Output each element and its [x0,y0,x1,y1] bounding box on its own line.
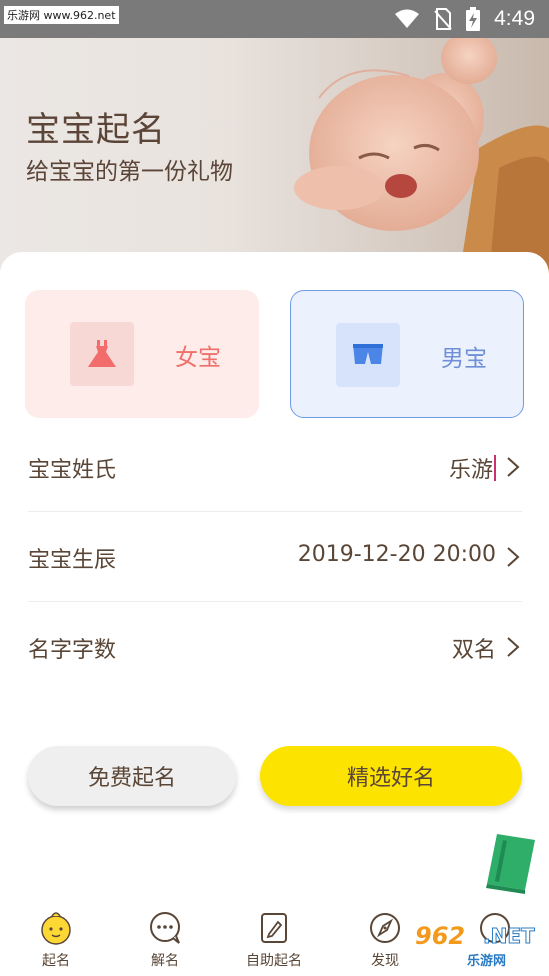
battery-charging-icon [466,7,481,31]
girl-option[interactable]: 女宝 [25,290,259,418]
banner: 宝宝起名 给宝宝的第一份礼物 [0,38,549,278]
nav-label: 起名 [42,953,70,969]
no-sim-icon [434,8,452,30]
birth-row[interactable]: 宝宝生辰 2019-12-20 20:00 [28,512,522,602]
wifi-icon [395,9,420,28]
watermark-net: .NET [483,924,536,949]
birth-label: 宝宝生辰 [28,548,117,573]
girl-label: 女宝 [175,345,221,371]
chevron-right-icon [507,637,520,657]
name-length-row[interactable]: 名字字数 双名 [28,602,522,692]
watermark-cn: 乐游网 [467,954,507,969]
shorts-icon [336,323,400,387]
chevron-right-icon [507,457,520,477]
surname-label: 宝宝姓氏 [28,458,117,483]
premium-naming-button[interactable]: 精选好名 [260,746,522,806]
surname-value[interactable]: 乐游 [449,452,496,484]
birth-value: 2019-12-20 20:00 [297,542,496,567]
nav-label: 自助起名 [246,953,302,969]
banner-title: 宝宝起名 [26,110,166,150]
baby-face-icon [41,912,71,945]
nav-label: 解名 [151,953,179,969]
name-length-label: 名字字数 [28,638,117,663]
compass-icon [370,913,400,943]
book-icon[interactable] [483,832,537,894]
chat-bubble-icon [150,912,180,944]
free-naming-button[interactable]: 免费起名 [28,746,236,806]
watermark-logo: 962 .NET 乐游网 [407,920,545,970]
boy-label: 男宝 [441,346,487,372]
status-bar: 乐游网 www.962.net 4:49 [0,0,549,38]
edit-icon [261,913,287,943]
chevron-right-icon [507,547,520,567]
nav-item-self-naming[interactable]: 自助起名 [229,910,319,970]
dress-icon [70,322,134,386]
banner-subtitle: 给宝宝的第一份礼物 [26,159,233,185]
boy-option[interactable]: 男宝 [290,290,524,418]
status-icons: 4:49 [394,7,535,31]
watermark-top: 乐游网 www.962.net [4,6,119,24]
main-panel: 女宝 男宝 宝宝姓氏 乐游 宝宝生辰 2019-12-20 20:00 名字字数… [0,252,549,976]
nav-item-explain[interactable]: 解名 [120,910,210,970]
surname-row[interactable]: 宝宝姓氏 乐游 [28,422,522,512]
text-caret [494,455,496,481]
name-length-value: 双名 [451,638,496,663]
baby-photo [294,38,549,278]
clock: 4:49 [494,7,535,30]
watermark-number: 962 [415,922,466,950]
nav-item-naming[interactable]: 起名 [11,910,101,970]
